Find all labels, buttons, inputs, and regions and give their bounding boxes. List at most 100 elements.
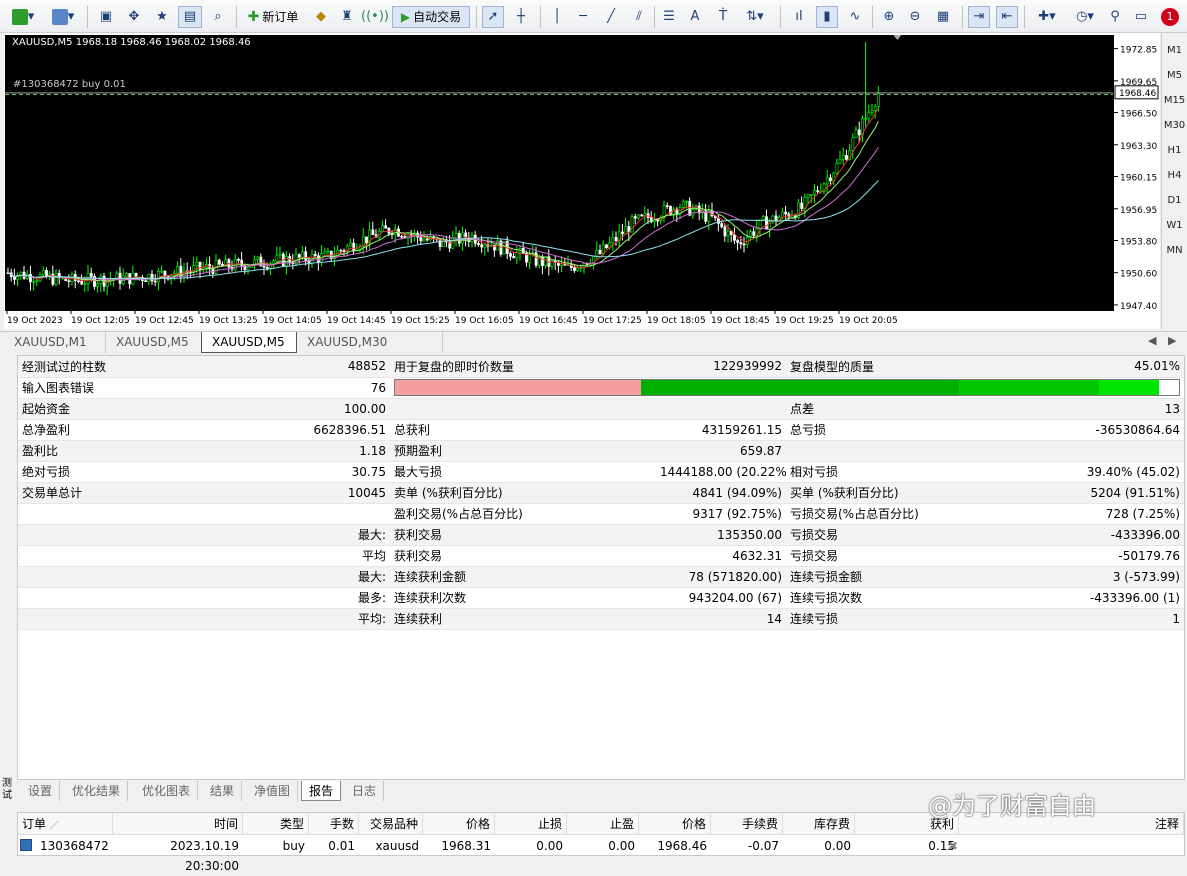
timeframe-m5[interactable]: M5: [1162, 63, 1187, 88]
chart-tab-xauusd-m30-visual[interactable]: XAUUSD,M30 (visual): [297, 332, 443, 370]
notification-badge: 1: [1161, 8, 1179, 26]
arrows-icon[interactable]: ⇅▾: [738, 6, 772, 28]
equidistant-channel-icon[interactable]: ⫽: [628, 6, 650, 28]
col-order[interactable]: 订单 ／: [18, 813, 113, 835]
horizontal-line-icon[interactable]: ─: [572, 6, 594, 28]
terminal-icon[interactable]: ▤: [178, 6, 202, 28]
tab-optimization-graph[interactable]: 优化图表: [135, 781, 199, 801]
candlestick-icon[interactable]: ▮: [816, 6, 838, 28]
line-chart-icon[interactable]: ∿: [844, 6, 866, 28]
report-label: 亏损交易(%占总百分比): [786, 503, 1036, 525]
chart-tab-xauusd-m5[interactable]: XAUUSD,M5: [106, 332, 202, 353]
market-icon[interactable]: ♜: [336, 6, 358, 28]
time-scale[interactable]: 19 Oct 2023 19 Oct 12:05 19 Oct 12:45 19 Oc…: [5, 311, 1113, 329]
col-sl[interactable]: 止损: [495, 813, 567, 835]
chat-icon[interactable]: ▭: [1130, 6, 1152, 28]
trade-sl: 0.00: [536, 839, 563, 853]
tab-optimization-results[interactable]: 优化结果: [65, 781, 129, 801]
close-position-icon[interactable]: ✖: [944, 836, 958, 856]
ma-mid-line: [7, 121, 879, 282]
crosshair-icon[interactable]: ┼: [508, 6, 534, 28]
candle-body: [851, 137, 855, 151]
strategy-tester-icon[interactable]: ⌕: [206, 6, 230, 28]
timeframe-d1[interactable]: D1: [1162, 188, 1187, 213]
tab-journal[interactable]: 日志: [345, 781, 385, 801]
report-value: [258, 503, 390, 525]
trade-tp: 0.00: [608, 839, 635, 853]
timeframe-w1[interactable]: W1: [1162, 213, 1187, 238]
tile-windows-icon[interactable]: ▦: [932, 6, 954, 28]
chart-tab-xauusd-m1[interactable]: XAUUSD,M1: [4, 332, 106, 353]
navigator-icon[interactable]: ✥: [122, 6, 146, 28]
indicators-icon[interactable]: ✚▾: [1030, 6, 1064, 28]
periods-icon[interactable]: ◷▾: [1068, 6, 1102, 28]
col-symbol[interactable]: 交易品种: [359, 813, 423, 835]
candle-body: [595, 249, 599, 257]
col-current-price[interactable]: 价格: [639, 813, 711, 835]
candle-body: [301, 251, 304, 258]
trade-current-price: 1968.46: [657, 839, 707, 853]
vertical-line-icon[interactable]: │: [546, 6, 568, 28]
timeframe-m15[interactable]: M15: [1162, 88, 1187, 113]
candle-body: [502, 241, 506, 255]
col-type[interactable]: 类型: [243, 813, 309, 835]
candle-body: [275, 254, 279, 262]
modeling-quality-bar: [390, 377, 1184, 399]
candle-body: [29, 273, 32, 283]
col-swap[interactable]: 库存费: [783, 813, 855, 835]
new-order-button[interactable]: ✚ 新订单: [242, 6, 304, 28]
trendline-icon[interactable]: ╱: [600, 6, 622, 28]
tab-results[interactable]: 结果: [203, 781, 243, 801]
col-volume[interactable]: 手数: [309, 813, 359, 835]
bar-chart-icon[interactable]: ıl: [788, 6, 810, 28]
candle-body: [633, 216, 637, 219]
auto-trading-button[interactable]: ▶ 自动交易: [392, 6, 470, 28]
col-price[interactable]: 价格: [423, 813, 495, 835]
col-commission[interactable]: 手续费: [711, 813, 783, 835]
text-label-icon[interactable]: Ṫ: [712, 6, 734, 28]
price-chart[interactable]: [5, 35, 1113, 311]
search-icon[interactable]: ⚲: [1104, 6, 1126, 28]
chart-tab-xauusd-m5-active[interactable]: XAUUSD,M5: [201, 332, 297, 353]
cursor-icon[interactable]: ➚: [482, 6, 504, 28]
tab-equity-graph[interactable]: 净值图: [247, 781, 299, 801]
fibonacci-icon[interactable]: ☰: [658, 6, 680, 28]
signals-icon[interactable]: ((•)): [361, 6, 389, 28]
new-chart-icon[interactable]: ▾: [8, 6, 38, 28]
auto-scroll-icon[interactable]: ⇥: [968, 6, 990, 28]
report-row: 最大: 获利交易 135350.00 亏损交易 -433396.00: [18, 524, 1184, 546]
tab-scroll-right-icon[interactable]: ▶: [1168, 334, 1176, 347]
tab-scroll-left-icon[interactable]: ◀: [1148, 334, 1156, 347]
gold-icon[interactable]: ◆: [310, 6, 332, 28]
notifications-button[interactable]: 1: [1160, 6, 1180, 28]
quality-segment: [641, 380, 959, 395]
timeframe-h4[interactable]: H4: [1162, 163, 1187, 188]
timeframe-mn[interactable]: MN: [1162, 238, 1187, 263]
favorites-icon[interactable]: ★: [150, 6, 174, 28]
report-value: 1444188.00 (20.22%): [656, 461, 786, 483]
report-label: 最大亏损: [390, 461, 656, 483]
timeframe-m30[interactable]: M30: [1162, 113, 1187, 138]
candle-body: [621, 231, 624, 235]
price-scale[interactable]: 1972.85 1969.65 1966.50 1963.30 1960.15 1956.…: [1113, 35, 1159, 312]
candle-body: [163, 270, 167, 276]
col-time[interactable]: 时间: [113, 813, 243, 835]
report-value: -36530864.64: [1036, 419, 1184, 441]
zoom-in-icon[interactable]: ⊕: [878, 6, 900, 28]
chart-shift-marker: [893, 35, 902, 40]
market-watch-icon[interactable]: ▣: [94, 6, 118, 28]
col-tp[interactable]: 止盈: [567, 813, 639, 835]
chart-shift-icon[interactable]: ⇤: [996, 6, 1018, 28]
text-icon[interactable]: A: [684, 6, 706, 28]
tab-settings[interactable]: 设置: [21, 781, 61, 801]
zoom-out-icon[interactable]: ⊖: [904, 6, 926, 28]
timeframe-h1[interactable]: H1: [1162, 138, 1187, 163]
candle-body: [809, 194, 813, 196]
profiles-icon[interactable]: ▾: [48, 6, 78, 28]
timeframe-m1[interactable]: M1: [1162, 38, 1187, 63]
watermark: @为了财富自由: [928, 792, 1096, 820]
auto-trading-icon: ▶: [400, 10, 411, 24]
report-label: 连续亏损次数: [786, 587, 1036, 609]
report-value: 100.00: [258, 398, 390, 420]
tab-report[interactable]: 报告: [301, 781, 342, 801]
